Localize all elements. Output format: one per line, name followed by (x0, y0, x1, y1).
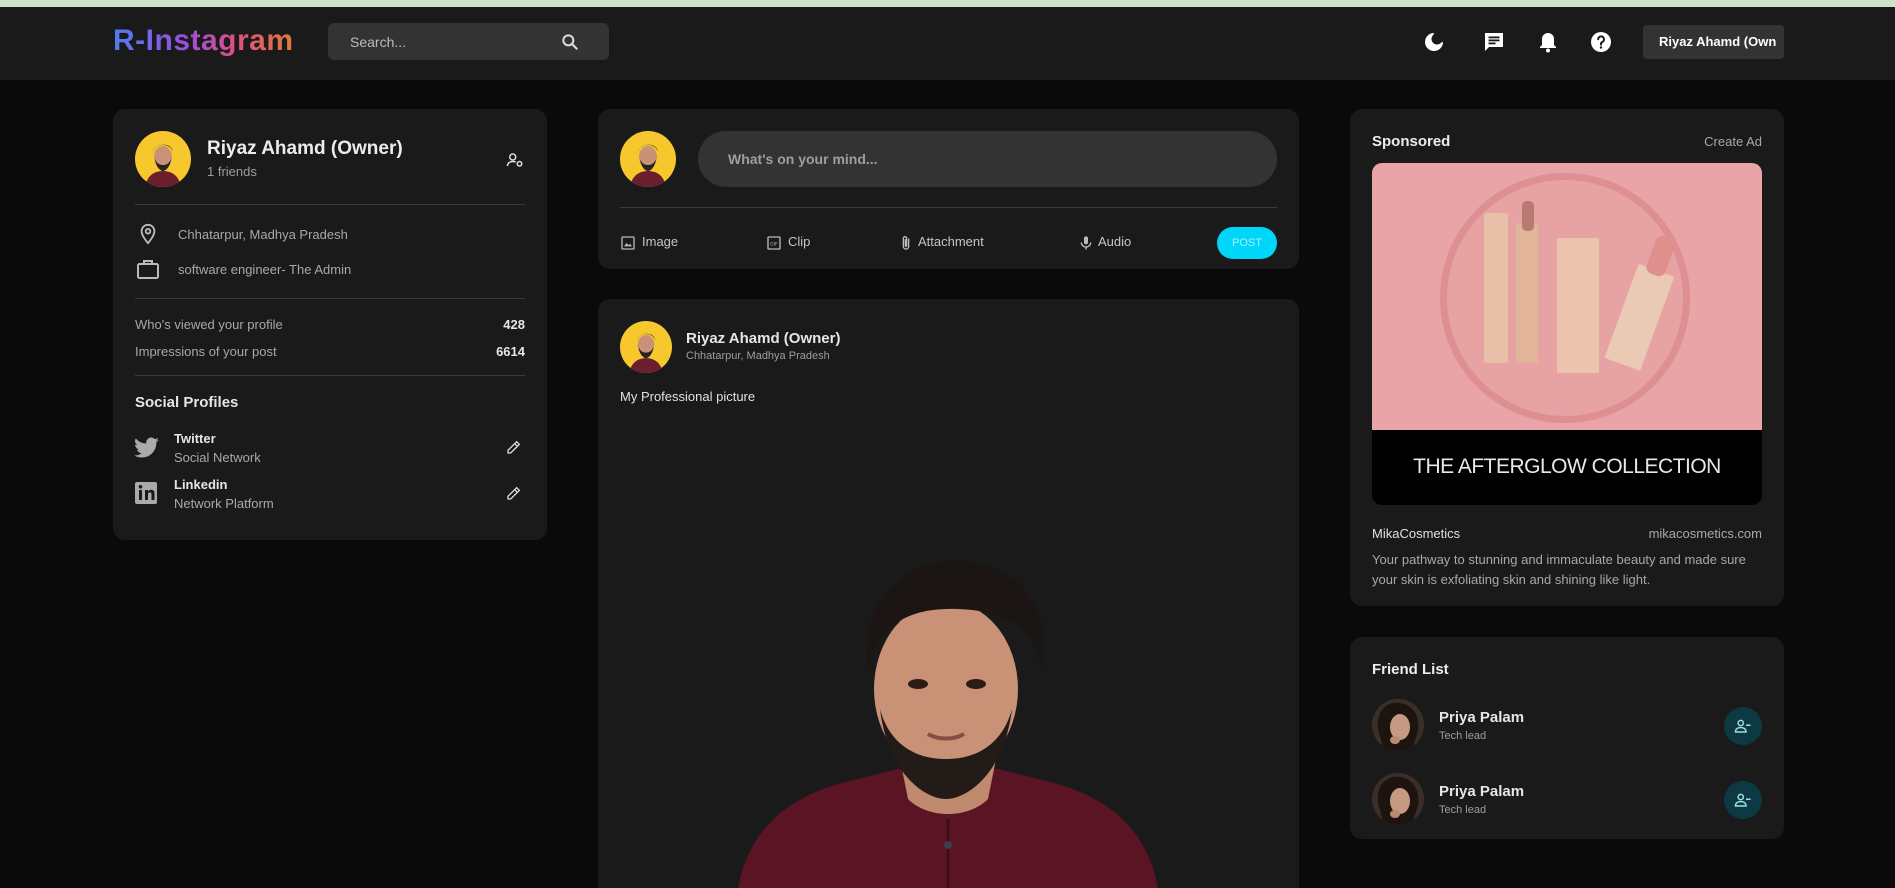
avatar[interactable] (620, 131, 676, 187)
paperclip-icon (902, 236, 910, 250)
friends-count: 1 friends (207, 164, 257, 179)
avatar-portrait (1372, 699, 1424, 751)
person-remove-icon (1734, 793, 1751, 807)
twitter-icon (134, 437, 159, 458)
ad-description: your skin is exfoliating skin and shinin… (1372, 572, 1651, 587)
ad-brand[interactable]: MikaCosmetics (1372, 526, 1460, 541)
post-location: Chhatarpur, Madhya Pradesh (686, 350, 830, 362)
help-icon[interactable] (1589, 30, 1613, 54)
friend-name[interactable]: Priya Palam (1439, 783, 1524, 800)
image-label: Image (642, 234, 679, 249)
friend-name[interactable]: Priya Palam (1439, 709, 1524, 726)
edit-icon[interactable] (506, 485, 522, 501)
post-button[interactable]: POST (1217, 227, 1277, 259)
stat-label: Who's viewed your profile (135, 317, 283, 332)
linkedin-icon (135, 482, 157, 504)
social-name[interactable]: Linkedin (174, 477, 227, 492)
edit-icon[interactable] (506, 439, 522, 455)
avatar-portrait (1372, 773, 1424, 825)
manage-accounts-icon[interactable] (506, 151, 524, 169)
stat-value: 6614 (496, 344, 525, 359)
attachment-label: Attachment (918, 234, 984, 249)
profile-name[interactable]: Riyaz Ahamd (Owner) (207, 138, 403, 160)
friend-list-card: Friend List Priya Palam Tech lead Priya … (1350, 637, 1784, 839)
remove-friend-button[interactable] (1724, 781, 1762, 819)
composer-card: Image GIF Clip Attachment Audio POST (598, 109, 1299, 269)
avatar[interactable] (135, 131, 191, 187)
list-item: Priya Palam Tech lead (1350, 773, 1784, 833)
profile-card: Riyaz Ahamd (Owner) 1 friends Chhatarpur… (113, 109, 547, 540)
message-icon[interactable] (1482, 30, 1506, 54)
post-card: Riyaz Ahamd (Owner) Chhatarpur, Madhya P… (598, 299, 1299, 888)
ad-product-image (1372, 163, 1762, 430)
ad-description: Your pathway to stunning and immaculate … (1372, 552, 1746, 567)
stat-value: 428 (503, 317, 525, 332)
avatar-portrait (145, 144, 181, 187)
sponsored-card: Sponsored Create Ad THE AFTERGLOW COLLEC… (1350, 109, 1784, 606)
divider (135, 204, 525, 205)
profile-location: Chhatarpur, Madhya Pradesh (178, 227, 348, 242)
top-strip (0, 0, 1895, 7)
sponsored-title: Sponsored (1372, 133, 1451, 150)
friend-role: Tech lead (1439, 804, 1487, 816)
search-icon[interactable] (560, 32, 580, 52)
person-remove-icon (1734, 719, 1751, 733)
friend-role: Tech lead (1439, 730, 1487, 742)
location-icon (140, 223, 156, 245)
svg-text:GIF: GIF (770, 241, 778, 247)
social-profiles-title: Social Profiles (135, 394, 239, 411)
list-item: Priya Palam Tech lead (1350, 699, 1784, 759)
avatar[interactable] (1372, 773, 1424, 825)
microphone-icon (1080, 236, 1092, 250)
divider (135, 375, 525, 376)
bell-icon[interactable] (1536, 30, 1560, 54)
user-menu-button[interactable]: Riyaz Ahamd (Own (1643, 25, 1784, 59)
social-type: Network Platform (174, 496, 274, 511)
audio-label: Audio (1098, 234, 1132, 249)
profile-occupation: software engineer- The Admin (178, 262, 352, 277)
work-icon (137, 260, 159, 279)
friend-list-title: Friend List (1372, 661, 1449, 678)
social-type: Social Network (174, 450, 261, 465)
ad-site[interactable]: mikacosmetics.com (1612, 526, 1762, 541)
gif-icon: GIF (767, 236, 781, 250)
search-bar (328, 23, 609, 60)
post-image[interactable] (728, 549, 1168, 888)
avatar-portrait (629, 333, 663, 373)
ad-image[interactable]: THE AFTERGLOW COLLECTION (1372, 163, 1762, 505)
avatar[interactable] (1372, 699, 1424, 751)
social-name[interactable]: Twitter (174, 431, 216, 446)
divider (620, 207, 1277, 208)
stat-label: Impressions of your post (135, 344, 277, 359)
post-input[interactable] (698, 131, 1277, 187)
avatar[interactable] (620, 321, 672, 373)
avatar-portrait (630, 144, 666, 187)
clip-label: Clip (788, 234, 811, 249)
create-ad-link[interactable]: Create Ad (1662, 134, 1762, 149)
remove-friend-button[interactable] (1724, 707, 1762, 745)
post-author[interactable]: Riyaz Ahamd (Owner) (686, 330, 840, 347)
divider (135, 298, 525, 299)
ad-tagline: THE AFTERGLOW COLLECTION (1413, 455, 1721, 478)
image-icon (621, 236, 635, 250)
moon-icon[interactable] (1422, 30, 1446, 54)
app-logo[interactable]: R-Instagram (113, 24, 294, 58)
post-caption: My Professional picture (620, 389, 756, 404)
search-input[interactable] (350, 23, 550, 60)
navbar: R-Instagram Riyaz Ahamd (Own (0, 7, 1895, 80)
